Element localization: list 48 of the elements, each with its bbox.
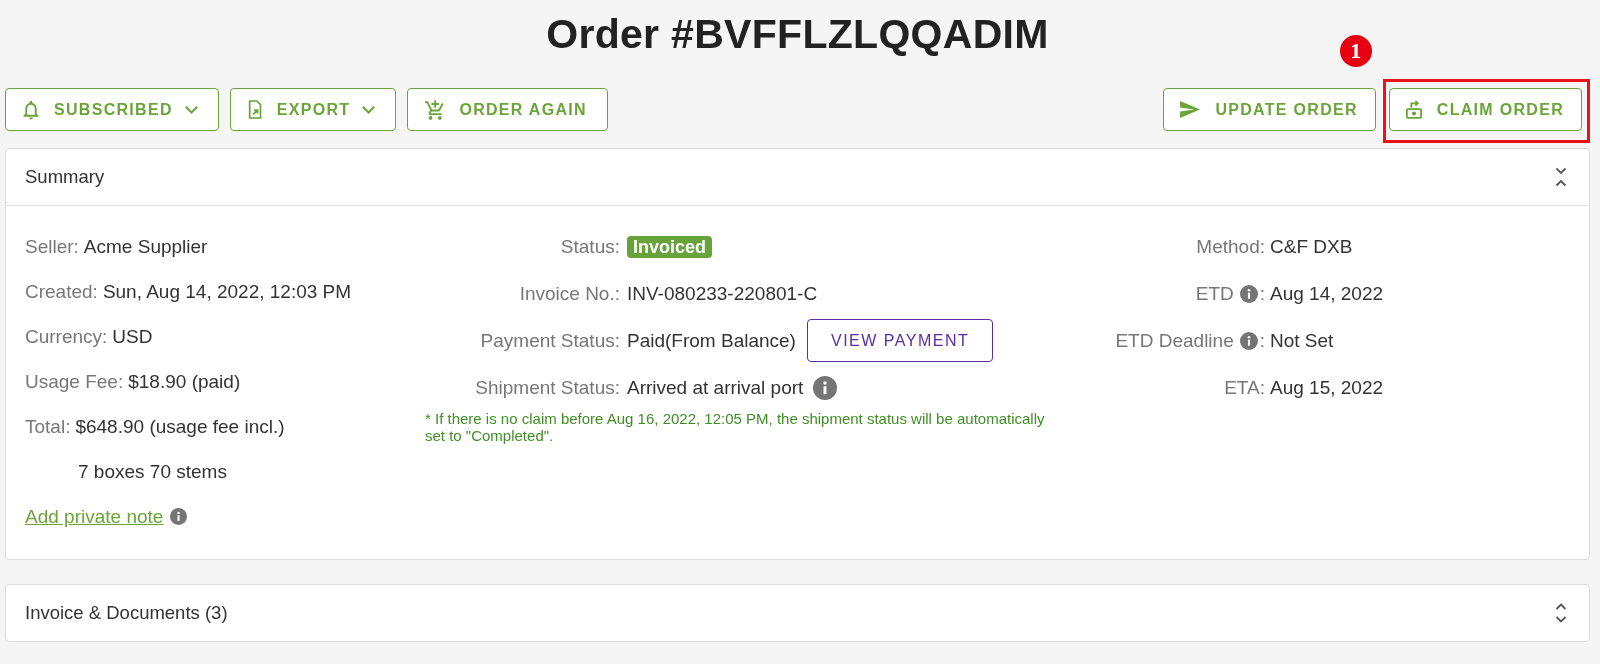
field-label: Payment Status: xyxy=(480,329,620,352)
cart-plus-icon xyxy=(425,99,445,120)
label-colon: : xyxy=(1259,329,1265,352)
file-arrow-icon xyxy=(247,100,262,119)
banknote-arrow-icon xyxy=(1405,100,1422,119)
status-badge: Invoiced xyxy=(627,235,713,258)
field-value: USD xyxy=(112,325,153,348)
field-label: ETD Deadline xyxy=(1115,329,1234,352)
field-label: Total: xyxy=(25,415,71,438)
field-value: Acme Supplier xyxy=(83,235,208,258)
field-value: Aug 15, 2022 xyxy=(1270,376,1384,399)
field-label: Shipment Status: xyxy=(475,376,620,399)
view-payment-button[interactable]: VIEW PAYMENT xyxy=(806,319,994,362)
order-again-button[interactable]: ORDER AGAIN xyxy=(407,88,608,131)
field-value: C&F DXB xyxy=(1270,235,1353,258)
bell-icon xyxy=(23,99,39,120)
send-icon xyxy=(1180,101,1201,118)
field-value: $648.90 (usage fee incl.) xyxy=(75,415,285,438)
claim-deadline-note: * If there is no claim before Aug 16, 2022, 12:05 PM, the shipment status will be automatically set to "Completed". xyxy=(425,410,1046,444)
export-dropdown-button[interactable]: EXPORT xyxy=(229,88,397,131)
field-value: $18.90 (paid) xyxy=(128,370,241,393)
callout-number: 1 xyxy=(1339,35,1372,67)
field-label: ETA: xyxy=(1224,376,1265,399)
field-label: Status: xyxy=(560,235,620,258)
update-order-button[interactable]: UPDATE ORDER xyxy=(1163,88,1376,131)
claim-order-button[interactable]: CLAIM ORDER xyxy=(1388,88,1582,131)
field-value: Sun, Aug 14, 2022, 12:03 PM xyxy=(102,280,352,303)
field-value: Not Set xyxy=(1270,329,1334,352)
field-label: Created: xyxy=(25,280,98,303)
field-label: Seller: xyxy=(25,235,79,258)
field-label: Usage Fee: xyxy=(25,370,124,393)
label-colon: : xyxy=(1259,282,1265,305)
field-value: Aug 14, 2022 xyxy=(1270,282,1384,305)
field-label: ETD xyxy=(1195,282,1234,305)
field-label: Invoice No.: xyxy=(519,282,620,305)
panel-title: Invoice & Documents (3) xyxy=(25,602,228,624)
field-value: Paid(From Balance) xyxy=(627,329,796,352)
field-label: Method: xyxy=(1196,235,1265,258)
subscribed-dropdown-button[interactable]: SUBSCRIBED xyxy=(5,88,219,131)
page-title: Order #BVFFLZLQQADIM xyxy=(546,10,1049,59)
panel-title: Summary xyxy=(25,166,105,188)
add-note-link[interactable]: Add private note xyxy=(25,505,164,528)
field-value: 7 boxes 70 stems xyxy=(78,460,227,483)
chevrons-icon[interactable] xyxy=(1555,167,1567,187)
field-value: Arrived at arrival port xyxy=(627,376,804,399)
field-value: INV-080233-220801-C xyxy=(627,282,818,305)
chevrons-icon[interactable] xyxy=(1555,603,1567,623)
field-label: Currency: xyxy=(25,325,108,348)
